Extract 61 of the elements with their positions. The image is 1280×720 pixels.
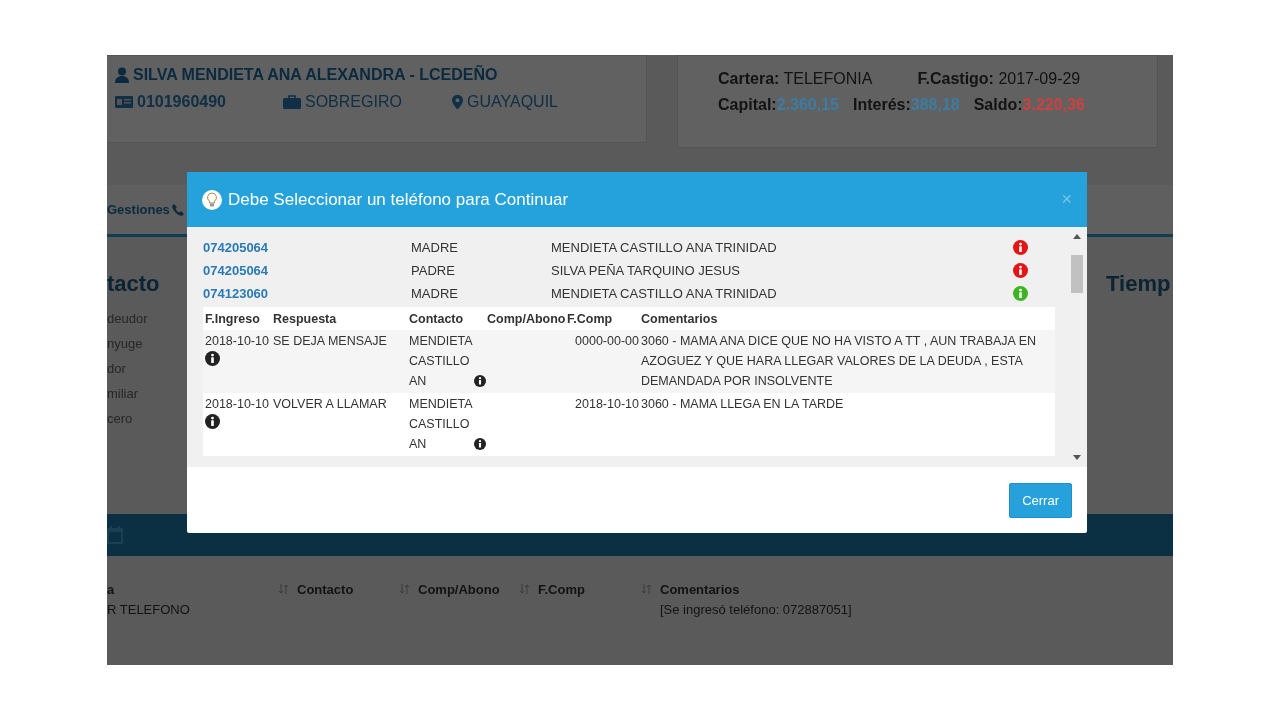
phone-link[interactable]: 074123060 [203, 286, 411, 301]
column-header: Contacto [297, 581, 354, 597]
info-icon [474, 438, 487, 450]
scroll-up-icon[interactable] [1073, 233, 1081, 239]
amount-field: Interés:388,18 [852, 96, 960, 114]
sort-icon[interactable] [400, 583, 410, 595]
column-header: Contacto [409, 311, 464, 326]
briefcase-icon [283, 94, 301, 110]
user-icon [115, 67, 129, 83]
relation-text: PADRE [411, 263, 455, 278]
table-cell-text: 3060 - MAMA LLEGA EN LA TARDE [641, 396, 845, 413]
table-cell-text: 2018-10-10 [574, 396, 640, 413]
sort-icon[interactable] [520, 583, 530, 595]
map-pin-icon [452, 94, 463, 110]
column-header: F.Ingreso [205, 311, 260, 326]
lightbulb-icon [202, 189, 222, 210]
gestiones-tab[interactable]: Gestiones [107, 202, 184, 217]
contact-name: MENDIETA CASTILLO ANA TRINIDAD [551, 240, 777, 255]
amount-field: Saldo:3.220,36 [973, 96, 1085, 114]
relation-text: MADRE [411, 286, 458, 301]
table-cell: [Se ingresó teléfono: 072887051] [660, 602, 852, 617]
phone-link[interactable]: 074205064 [203, 263, 411, 278]
contact-name: MENDIETA CASTILLO ANA TRINIDAD [551, 286, 777, 301]
table-cell: 2018-10-10 [205, 334, 269, 348]
contact-name: SILVA PEÑA TARQUINO JESUS [551, 263, 741, 278]
table-cell-text: MENDIETA CASTILLO AN [409, 333, 471, 390]
table-cell: 2018-10-10 [205, 397, 269, 411]
column-header: a [107, 581, 115, 597]
column-header: Comentarios [660, 581, 740, 597]
debtor-id: 0101960490 [137, 93, 226, 111]
close-button[interactable]: Cerrar [1009, 482, 1072, 518]
column-header: F.Comp [567, 311, 613, 326]
column-header: F.Comp [538, 581, 585, 597]
scroll-down-icon[interactable] [1073, 455, 1081, 461]
section-heading: Tiemp [1106, 271, 1172, 298]
scrollbar-thumb[interactable] [1071, 255, 1083, 293]
table-cell-text: MENDIETA CASTILLO AN [409, 396, 471, 453]
column-header: Comp/Abono [487, 311, 566, 326]
debtor-name: SILVA MENDIETA ANA ALEXANDRA - LCEDEÑO [133, 66, 498, 84]
column-header: Comentarios [641, 311, 718, 326]
phone-icon [171, 203, 184, 216]
table-cell-text: 0000-00-00 [574, 333, 640, 350]
table-cell-text: SE DEJA MENSAJE [273, 333, 388, 350]
info-icon [474, 375, 487, 387]
dialog-title: Debe Seleccionar un teléfono para Continuar [228, 189, 570, 210]
phone-link[interactable]: 074205064 [203, 240, 411, 255]
id-card-icon [115, 94, 133, 110]
amount-field: Capital:2.360,15 [718, 96, 839, 114]
product-label: SOBREGIRO [305, 93, 402, 111]
column-header: Comp/Abono [418, 581, 500, 597]
table-cell-text: VOLVER A LLAMAR [273, 396, 388, 413]
section-heading: tacto [107, 271, 160, 297]
column-header: Respuesta [273, 311, 337, 326]
sort-icon[interactable] [279, 583, 289, 595]
table-cell-text: 3060 - MAMA ANA DICE QUE NO HA VISTO A TT , AUN TRABAJA EN AZOGUEZ Y QUE HARA LLEGAR VALORES DE LA DEUDA , ESTA DEMANDADA POR INSOLVENTE [641, 333, 1038, 390]
account-field: F.Castigo: 2017-09-29 [917, 70, 1117, 88]
relation-text: MADRE [411, 240, 458, 255]
table-cell: R TELEFONO [107, 602, 190, 617]
sort-icon[interactable] [642, 583, 652, 595]
city-label: GUAYAQUIL [467, 93, 558, 111]
account-field: Cartera: TELEFONIA [718, 70, 918, 88]
